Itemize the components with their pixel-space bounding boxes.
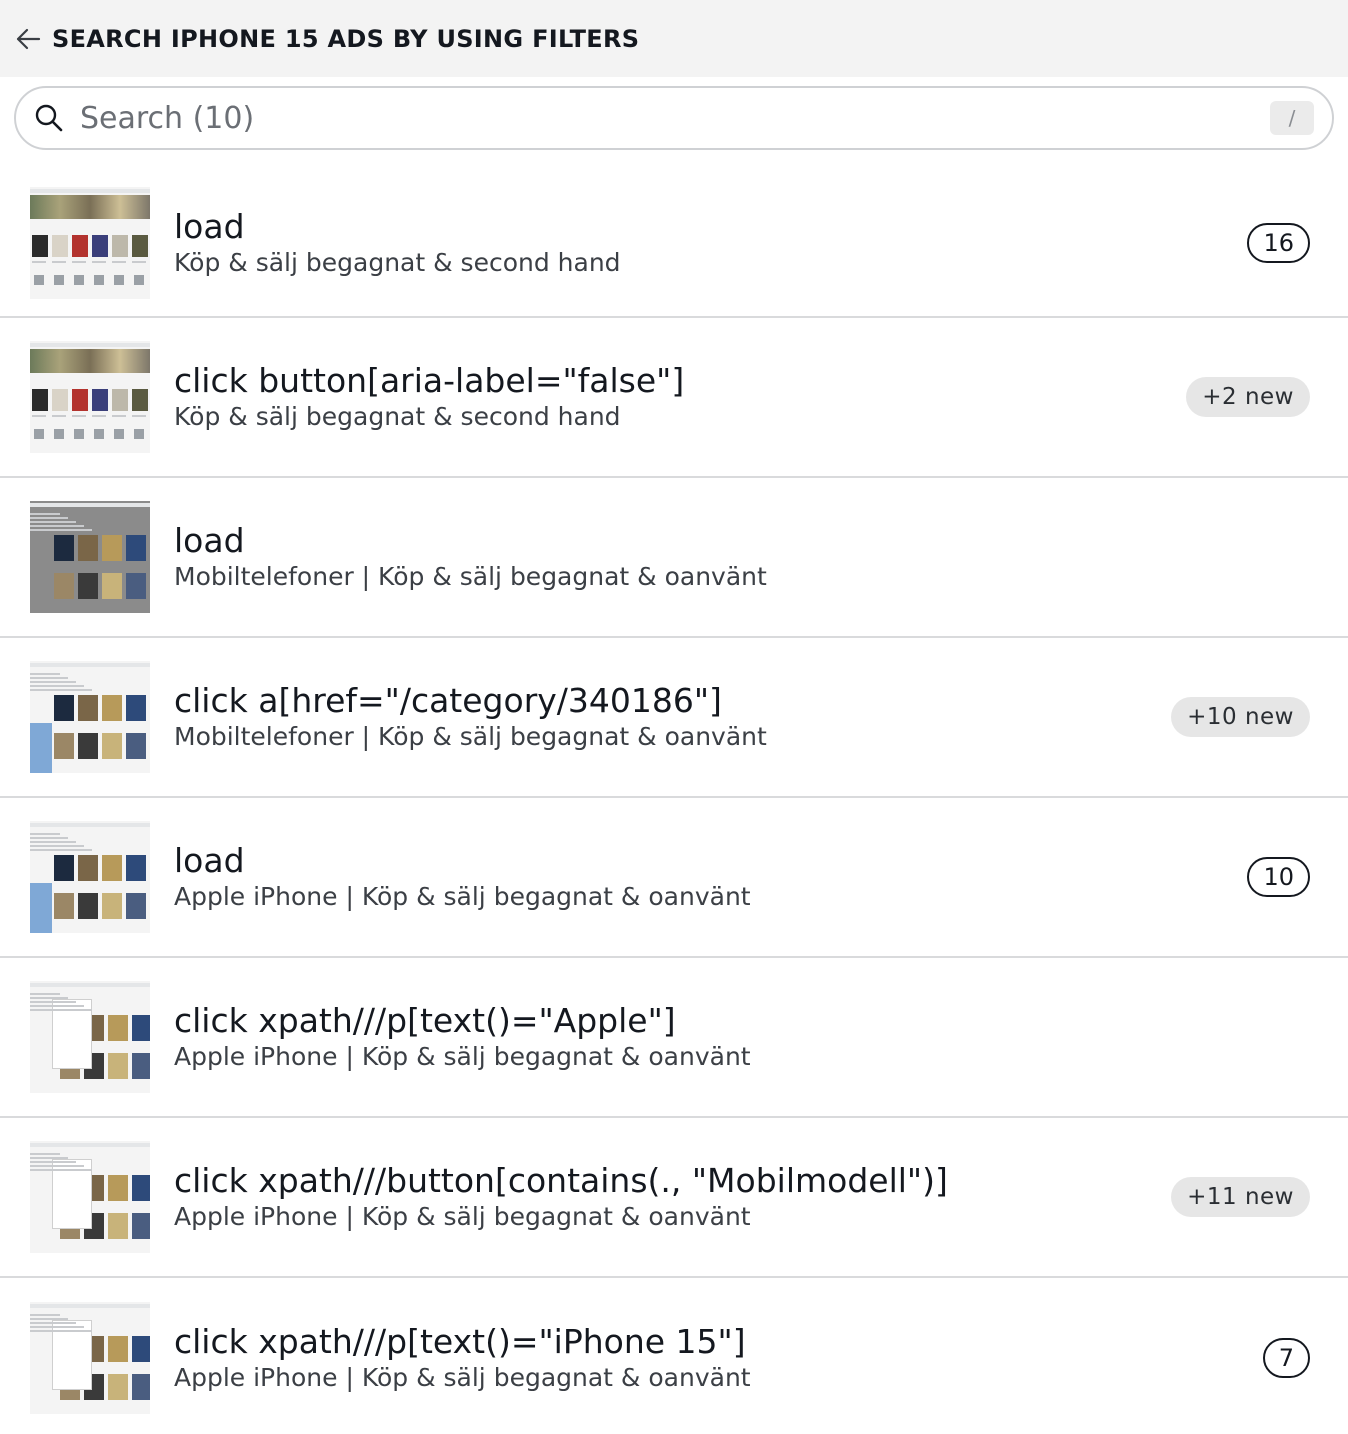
step-page-title: Apple iPhone | Köp & sälj begagnat & oan… <box>174 1042 751 1071</box>
search-input[interactable] <box>80 100 1270 136</box>
step-page-title: Mobiltelefoner | Köp & sälj begagnat & o… <box>174 722 767 751</box>
step-row[interactable]: click xpath///button[contains(., "Mobilm… <box>0 1118 1348 1278</box>
step-text: load Mobiltelefoner | Köp & sälj begagnat… <box>174 521 1310 593</box>
new-results-badge: +11 new <box>1171 1177 1310 1217</box>
page-screenshot-thumbnail <box>30 661 150 773</box>
step-text: load Apple iPhone | Köp & sälj begagnat &… <box>174 841 1247 913</box>
result-count-badge: 7 <box>1262 1338 1310 1378</box>
step-action: load <box>174 207 245 246</box>
step-text: click button[aria-label="false"] Köp & sä… <box>174 361 1186 433</box>
step-action: click xpath///p[text()="Apple"] <box>174 1001 676 1040</box>
step-action: load <box>174 521 245 560</box>
step-row[interactable]: load Köp & sälj begagnat & second hand 16 <box>0 170 1348 318</box>
page-screenshot-thumbnail <box>30 981 150 1093</box>
page-screenshot-thumbnail <box>30 1141 150 1253</box>
result-count-badge: 10 <box>1247 857 1310 897</box>
step-page-title: Apple iPhone | Köp & sälj begagnat & oan… <box>174 882 751 911</box>
step-row[interactable]: click xpath///p[text()="Apple"] Apple iPh… <box>0 958 1348 1118</box>
step-text: click a[href="/category/340186"] Mobiltel… <box>174 681 1171 753</box>
step-action: load <box>174 841 245 880</box>
page-screenshot-thumbnail <box>30 187 150 299</box>
step-text: click xpath///p[text()="iPhone 15"] Apple… <box>174 1322 1263 1394</box>
new-results-badge: +2 new <box>1186 377 1310 417</box>
step-page-title: Köp & sälj begagnat & second hand <box>174 248 621 277</box>
page-title: SEARCH IPHONE 15 ADS BY USING FILTERS <box>52 24 640 53</box>
step-text: click xpath///button[contains(., "Mobilm… <box>174 1161 1171 1233</box>
new-results-badge: +10 new <box>1171 697 1310 737</box>
page-screenshot-thumbnail <box>30 501 150 613</box>
step-page-title: Apple iPhone | Köp & sälj begagnat & oan… <box>174 1202 751 1231</box>
page-screenshot-thumbnail <box>30 1302 150 1414</box>
step-page-title: Mobiltelefoner | Köp & sälj begagnat & o… <box>174 562 767 591</box>
step-row[interactable]: click a[href="/category/340186"] Mobiltel… <box>0 638 1348 798</box>
step-list: load Köp & sälj begagnat & second hand 16 c… <box>0 170 1348 1434</box>
step-page-title: Köp & sälj begagnat & second hand <box>174 402 621 431</box>
step-text: click xpath///p[text()="Apple"] Apple iPh… <box>174 1001 1310 1073</box>
step-row[interactable]: load Mobiltelefoner | Köp & sälj begagnat… <box>0 478 1348 638</box>
step-action: click xpath///button[contains(., "Mobilm… <box>174 1161 948 1200</box>
step-row[interactable]: click button[aria-label="false"] Köp & sä… <box>0 318 1348 478</box>
arrow-left-icon[interactable] <box>14 25 42 53</box>
step-action: click a[href="/category/340186"] <box>174 681 722 720</box>
search-bar[interactable]: / <box>14 86 1334 150</box>
step-row[interactable]: click xpath///p[text()="iPhone 15"] Apple… <box>0 1278 1348 1434</box>
header: SEARCH IPHONE 15 ADS BY USING FILTERS <box>0 0 1348 77</box>
step-action: click xpath///p[text()="iPhone 15"] <box>174 1322 746 1361</box>
step-action: click button[aria-label="false"] <box>174 361 685 400</box>
search-icon <box>32 101 66 135</box>
step-text: load Köp & sälj begagnat & second hand <box>174 207 1247 279</box>
page-screenshot-thumbnail <box>30 821 150 933</box>
page-screenshot-thumbnail <box>30 341 150 453</box>
keyboard-shortcut-hint: / <box>1270 101 1314 135</box>
step-page-title: Apple iPhone | Köp & sälj begagnat & oan… <box>174 1363 751 1392</box>
result-count-badge: 16 <box>1247 223 1310 263</box>
step-row[interactable]: load Apple iPhone | Köp & sälj begagnat &… <box>0 798 1348 958</box>
